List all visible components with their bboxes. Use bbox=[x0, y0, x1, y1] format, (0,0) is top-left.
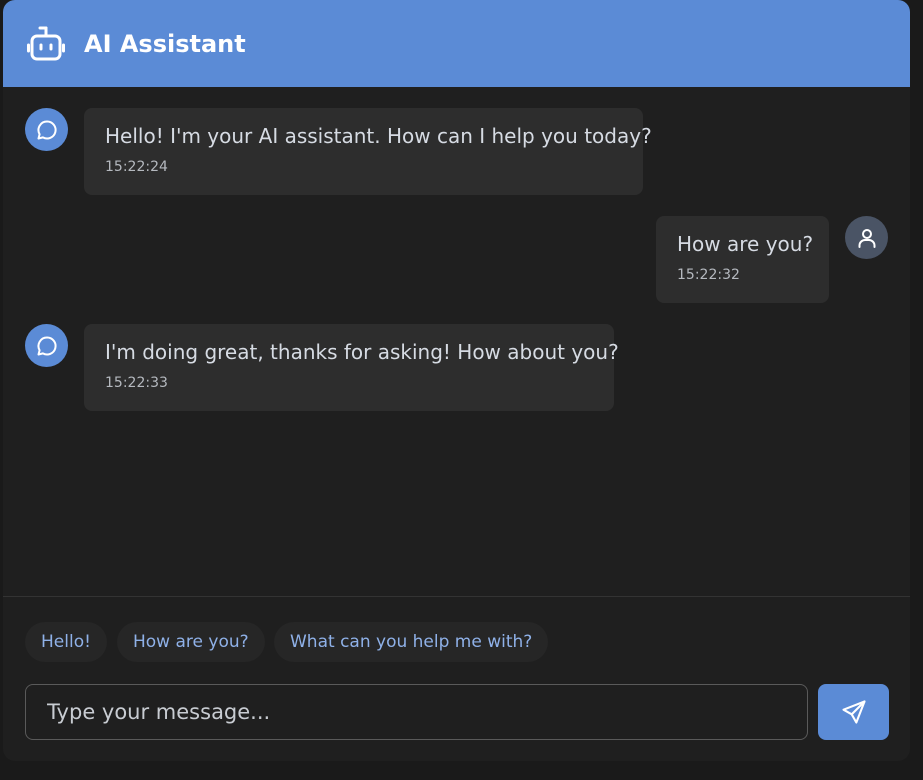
user-avatar bbox=[845, 216, 888, 259]
bot-avatar bbox=[25, 324, 68, 367]
chat-header: AI Assistant bbox=[3, 0, 910, 87]
message-time: 15:22:32 bbox=[677, 267, 740, 283]
message-input-container bbox=[25, 684, 808, 740]
divider bbox=[3, 596, 910, 597]
message-text: How are you? bbox=[677, 232, 814, 256]
bot-message: I'm doing great, thanks for asking! How … bbox=[84, 324, 619, 411]
message-list: Hello! I'm your AI assistant. How can I … bbox=[3, 87, 910, 596]
message-text: I'm doing great, thanks for asking! How … bbox=[105, 340, 619, 364]
robot-icon bbox=[27, 26, 65, 61]
message-input[interactable] bbox=[26, 685, 807, 739]
user-icon bbox=[858, 228, 875, 248]
bot-message: Hello! I'm your AI assistant. How can I … bbox=[84, 108, 652, 195]
send-button[interactable] bbox=[818, 684, 889, 740]
suggestion-chip[interactable]: How are you? bbox=[117, 622, 265, 662]
send-icon bbox=[841, 700, 866, 724]
chat-bubble-icon bbox=[36, 335, 57, 355]
chat-window: AI Assistant Hello! I'm your AI assistan… bbox=[3, 0, 910, 761]
user-message: How are you? 15:22:32 bbox=[656, 216, 829, 303]
app-title: AI Assistant bbox=[84, 30, 246, 58]
message-time: 15:22:24 bbox=[105, 159, 168, 175]
message-time: 15:22:33 bbox=[105, 375, 168, 391]
message-text: Hello! I'm your AI assistant. How can I … bbox=[105, 124, 652, 148]
bot-avatar bbox=[25, 108, 68, 151]
suggestion-chip[interactable]: What can you help me with? bbox=[274, 622, 549, 662]
chat-bubble-icon bbox=[36, 119, 57, 139]
suggestion-chip[interactable]: Hello! bbox=[25, 622, 107, 662]
